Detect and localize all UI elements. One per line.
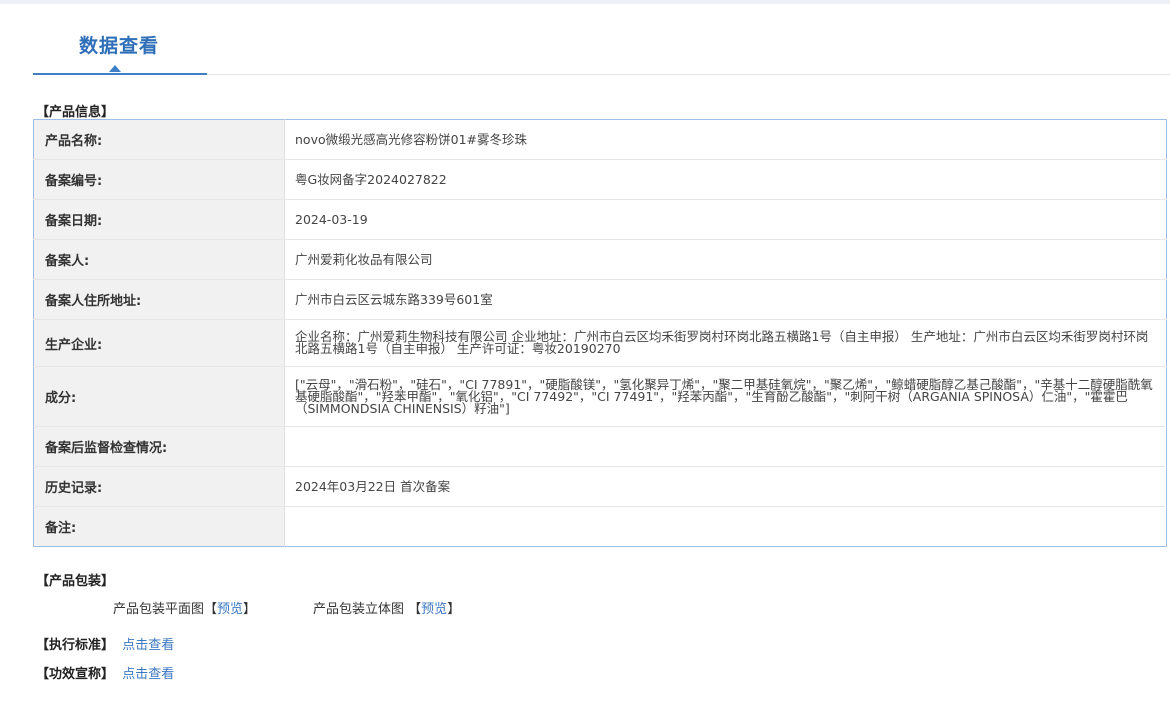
efficacy-label: 【功效宣称】: [36, 667, 115, 682]
bracket-close: 】: [447, 602, 461, 617]
field-label: 备案人:: [33, 239, 285, 280]
remarks-value: [285, 507, 1167, 547]
package-stereo-view: 产品包装立体图 【预览】: [313, 598, 460, 617]
registrant-value: 广州爱莉化妆品有限公司: [284, 239, 1167, 280]
ingredients-value: ["云母"，"滑石粉"，"硅石"，"CI 77891"，"硬脂酸镁"，"氢化聚异…: [284, 366, 1167, 427]
packaging-section-title: 【产品包装】: [36, 574, 115, 589]
field-label: 备注:: [33, 506, 285, 547]
efficacy-view-link[interactable]: 点击查看: [122, 667, 174, 682]
standard-row: 【执行标准】 点击查看: [36, 634, 174, 653]
tab-bar: 数据查看: [33, 4, 1170, 75]
field-label: 备案后监督检查情况:: [33, 426, 285, 467]
field-label: 备案编号:: [33, 159, 285, 200]
bracket-close: 】: [243, 602, 257, 617]
table-row: 备案人: 广州爱莉化妆品有限公司: [33, 239, 1167, 280]
product-info-table: 产品名称: novo微缎光感高光修容粉饼01#雾冬珍珠 备案编号: 粤G妆网备字…: [33, 119, 1167, 547]
bracket-open: 【: [204, 602, 218, 617]
product-name-value: novo微缎光感高光修容粉饼01#雾冬珍珠: [284, 119, 1167, 160]
registrant-address-value: 广州市白云区云城东路339号601室: [284, 279, 1167, 320]
table-row: 成分: ["云母"，"滑石粉"，"硅石"，"CI 77891"，"硬脂酸镁"，"…: [33, 366, 1167, 427]
package-stereo-preview-link[interactable]: 预览: [421, 602, 447, 617]
table-row: 备注:: [33, 506, 1167, 547]
tab-data-view-label: 数据查看: [79, 35, 160, 57]
tab-data-view[interactable]: 数据查看: [33, 4, 207, 75]
table-row: 备案编号: 粤G妆网备字2024027822: [33, 159, 1167, 200]
filing-date-value: 2024-03-19: [284, 199, 1167, 240]
table-row: 历史记录: 2024年03月22日 首次备案: [33, 466, 1167, 507]
manufacturer-value: 企业名称：广州爱莉生物科技有限公司 企业地址：广州市白云区均禾街罗岗村环岗北路五…: [284, 319, 1167, 367]
product-info-section-title: 【产品信息】: [36, 105, 115, 120]
tab-active-caret-icon: [109, 65, 121, 72]
field-label: 生产企业:: [33, 319, 285, 367]
field-label: 历史记录:: [33, 466, 285, 507]
table-row: 产品名称: novo微缎光感高光修容粉饼01#雾冬珍珠: [33, 119, 1167, 160]
history-value: 2024年03月22日 首次备案: [284, 466, 1167, 507]
field-label: 备案人住所地址:: [33, 279, 285, 320]
table-row: 备案人住所地址: 广州市白云区云城东路339号601室: [33, 279, 1167, 320]
bracket-open: 【: [408, 602, 422, 617]
package-flat-view: 产品包装平面图【预览】: [113, 598, 256, 617]
table-row: 备案后监督检查情况:: [33, 426, 1167, 467]
filing-number-value: 粤G妆网备字2024027822: [284, 159, 1167, 200]
supervision-value: [284, 426, 1167, 467]
field-label: 产品名称:: [33, 119, 285, 160]
standard-view-link[interactable]: 点击查看: [122, 638, 174, 653]
package-flat-label: 产品包装平面图: [113, 602, 205, 617]
standard-label: 【执行标准】: [36, 638, 115, 653]
efficacy-row: 【功效宣称】 点击查看: [36, 663, 174, 682]
package-flat-preview-link[interactable]: 预览: [217, 602, 243, 617]
package-stereo-label: 产品包装立体图: [313, 602, 405, 617]
table-row: 生产企业: 企业名称：广州爱莉生物科技有限公司 企业地址：广州市白云区均禾街罗岗…: [33, 319, 1167, 367]
field-label: 备案日期:: [33, 199, 285, 240]
field-label: 成分:: [33, 366, 285, 427]
table-row: 备案日期: 2024-03-19: [33, 199, 1167, 240]
